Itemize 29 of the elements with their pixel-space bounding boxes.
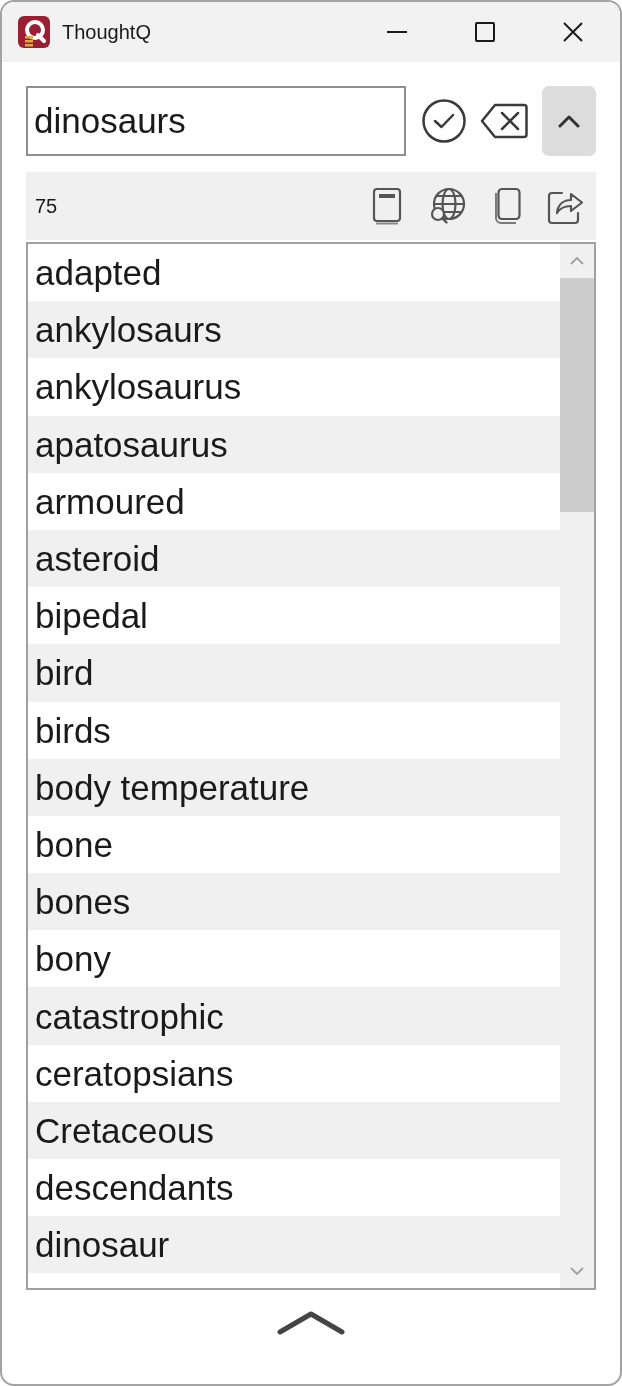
window-title: ThoughtQ [62,20,151,45]
result-count: 75 [35,194,58,219]
scrollbar-thumb[interactable] [560,278,594,512]
word-list-item[interactable]: apatosaurus [28,415,560,473]
chevron-up-icon [558,114,580,128]
word-list-item[interactable]: Cretaceous [28,1101,560,1159]
globe-search-icon [428,187,466,225]
confirm-button[interactable] [422,99,466,143]
word-list-item[interactable]: asteroid [28,529,560,588]
collapse-panel-button[interactable] [277,1310,345,1336]
word-list-item[interactable]: dinosaur [28,1216,560,1274]
clear-button[interactable] [480,103,528,139]
word-list-item[interactable]: bird [28,644,560,702]
check-circle-icon [422,99,466,143]
search-field[interactable]: dinosaurs [26,86,406,156]
word-list-item[interactable]: bones [28,873,560,931]
close-icon [563,22,583,42]
collapse-button[interactable] [542,86,596,156]
maximize-icon [475,22,495,42]
backspace-icon [480,103,528,139]
minimize-icon [387,31,407,33]
chevron-up-icon [277,1310,345,1336]
web-search-button[interactable] [428,187,466,225]
app-logo-icon [18,16,50,48]
word-list-item[interactable]: ankylosaurs [28,301,560,359]
dictionary-button[interactable] [372,187,402,225]
book-icon [372,187,402,225]
word-list-item[interactable]: catastrophic [28,987,560,1045]
word-list-item[interactable]: body temperature [28,758,560,816]
